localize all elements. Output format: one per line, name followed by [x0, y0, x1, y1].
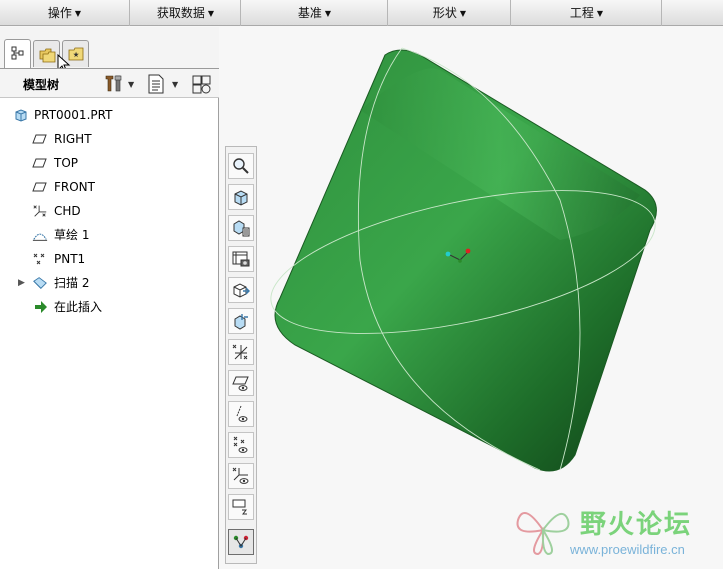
model-3d-view[interactable]: [262, 40, 662, 480]
model-tree-header: 模型树 ▼ ▼: [0, 68, 219, 98]
tree-item-point[interactable]: PNT1: [0, 249, 219, 269]
appearance-button[interactable]: [228, 308, 254, 334]
view-manager-button[interactable]: [228, 246, 254, 272]
tree-item-front[interactable]: FRONT: [0, 177, 219, 197]
tree-item-label: PRT0001.PRT: [34, 108, 113, 122]
navigator-panel: 模型树 ▼ ▼ PRT0001.PRT RIGHT TOP FRONT CHD …: [0, 27, 219, 569]
menu-label: 形状: [432, 6, 457, 20]
model-tree-title: 模型树: [23, 78, 60, 92]
saved-views-icon: [233, 220, 250, 237]
view-manager-icon: [232, 251, 250, 267]
tree-item-insert-here[interactable]: 在此插入: [0, 297, 219, 317]
butterfly-logo-icon: [516, 511, 570, 556]
watermark-title: 野火论坛: [580, 510, 693, 540]
annotation-display-icon: [232, 499, 247, 515]
chevron-down-icon: ▼: [324, 9, 332, 18]
sweep-icon: [33, 277, 47, 289]
menu-engineering[interactable]: 工程 ▼: [512, 0, 662, 26]
cube-view-icon: [234, 190, 248, 206]
tree-item-label: RIGHT: [54, 132, 92, 146]
plane-display-icon: [232, 376, 249, 391]
tools-icon[interactable]: [103, 73, 125, 95]
saved-views-button[interactable]: [228, 215, 254, 241]
tools-dropdown-icon[interactable]: ▼: [128, 80, 134, 89]
layers-icon: [233, 283, 250, 298]
tree-item-top[interactable]: TOP: [0, 153, 219, 173]
menu-label: 获取数据: [156, 6, 205, 20]
spin-center-button[interactable]: [228, 529, 254, 555]
tab-folder-browser[interactable]: [33, 40, 60, 67]
tree-item-label: FRONT: [54, 180, 95, 194]
menu-datum[interactable]: 基准 ▼: [242, 0, 388, 26]
navigator-tabs: [0, 27, 219, 74]
datum-point-icon: [33, 253, 45, 265]
datum-display-toolbar: [225, 146, 257, 564]
chevron-down-icon: ▼: [596, 9, 604, 18]
menu-label: 工程: [569, 6, 594, 20]
tree-item-right[interactable]: RIGHT: [0, 129, 219, 149]
appearance-icon: [234, 314, 248, 330]
point-display-icon: [233, 436, 248, 453]
tree-item-sweep[interactable]: ▶ 扫描 2: [0, 273, 219, 293]
watermark: 野火论坛 www.proewildfire.cn: [508, 496, 723, 569]
layers-button[interactable]: [228, 277, 254, 303]
csys-display-icon: [232, 344, 248, 360]
settings-dropdown-icon[interactable]: ▼: [172, 80, 178, 89]
show-columns-icon[interactable]: [191, 73, 213, 95]
menu-label: 基准: [297, 6, 322, 20]
folder-browser-icon: [39, 48, 56, 63]
orient-view-button[interactable]: [228, 184, 254, 210]
tree-item-label: 在此插入: [54, 300, 103, 314]
insert-here-arrow-icon: [35, 301, 47, 313]
plane-display-button[interactable]: [228, 370, 254, 396]
point-display-button[interactable]: [228, 432, 254, 458]
settings-list-icon[interactable]: [146, 73, 166, 95]
menu-get-data[interactable]: 获取数据 ▼: [131, 0, 241, 26]
tree-item-label: 扫描 2: [54, 276, 90, 290]
datum-plane-icon: [32, 158, 47, 168]
tree-item-label: PNT1: [54, 252, 86, 266]
model-tree-icon: [11, 46, 24, 60]
zoom-button[interactable]: [228, 153, 254, 179]
zoom-icon: [233, 158, 249, 174]
menu-operations[interactable]: 操作 ▼: [0, 0, 130, 26]
menu-bar: 操作 ▼ 获取数据 ▼ 基准 ▼ 形状 ▼ 工程 ▼: [0, 0, 723, 26]
csys-display-button[interactable]: [228, 339, 254, 365]
part-icon: [15, 109, 27, 122]
menu-shapes[interactable]: 形状 ▼: [389, 0, 511, 26]
expand-arrow-icon[interactable]: ▶: [18, 278, 25, 288]
axis-display-icon: [236, 405, 248, 422]
chevron-down-icon: ▼: [207, 9, 215, 18]
tree-item-label: CHD: [54, 204, 81, 218]
tree-item-label: 草绘 1: [54, 228, 90, 242]
coordinate-system-icon: [33, 205, 47, 217]
datum-plane-icon: [32, 134, 47, 144]
axis-display-button[interactable]: [228, 401, 254, 427]
tree-item-part[interactable]: PRT0001.PRT: [0, 105, 219, 125]
csys-toggle-icon: [232, 467, 249, 484]
chevron-down-icon: ▼: [74, 9, 82, 18]
csys-toggle-button[interactable]: [228, 463, 254, 489]
spin-center-icon: [233, 535, 249, 549]
tree-item-sketch[interactable]: 草绘 1: [0, 225, 219, 245]
datum-plane-icon: [32, 182, 47, 192]
tree-item-label: TOP: [54, 156, 79, 170]
menu-label: 操作: [47, 6, 72, 20]
tree-item-csys[interactable]: CHD: [0, 201, 219, 221]
chevron-down-icon: ▼: [459, 9, 467, 18]
tab-model-tree[interactable]: [4, 39, 31, 68]
app-window: 操作 ▼ 获取数据 ▼ 基准 ▼ 形状 ▼ 工程 ▼ 模型树 ▼ ▼ PRT00…: [0, 0, 723, 569]
watermark-url: www.proewildfire.cn: [570, 542, 685, 557]
annotation-display-button[interactable]: [228, 494, 254, 520]
sketch-icon: [32, 233, 48, 241]
